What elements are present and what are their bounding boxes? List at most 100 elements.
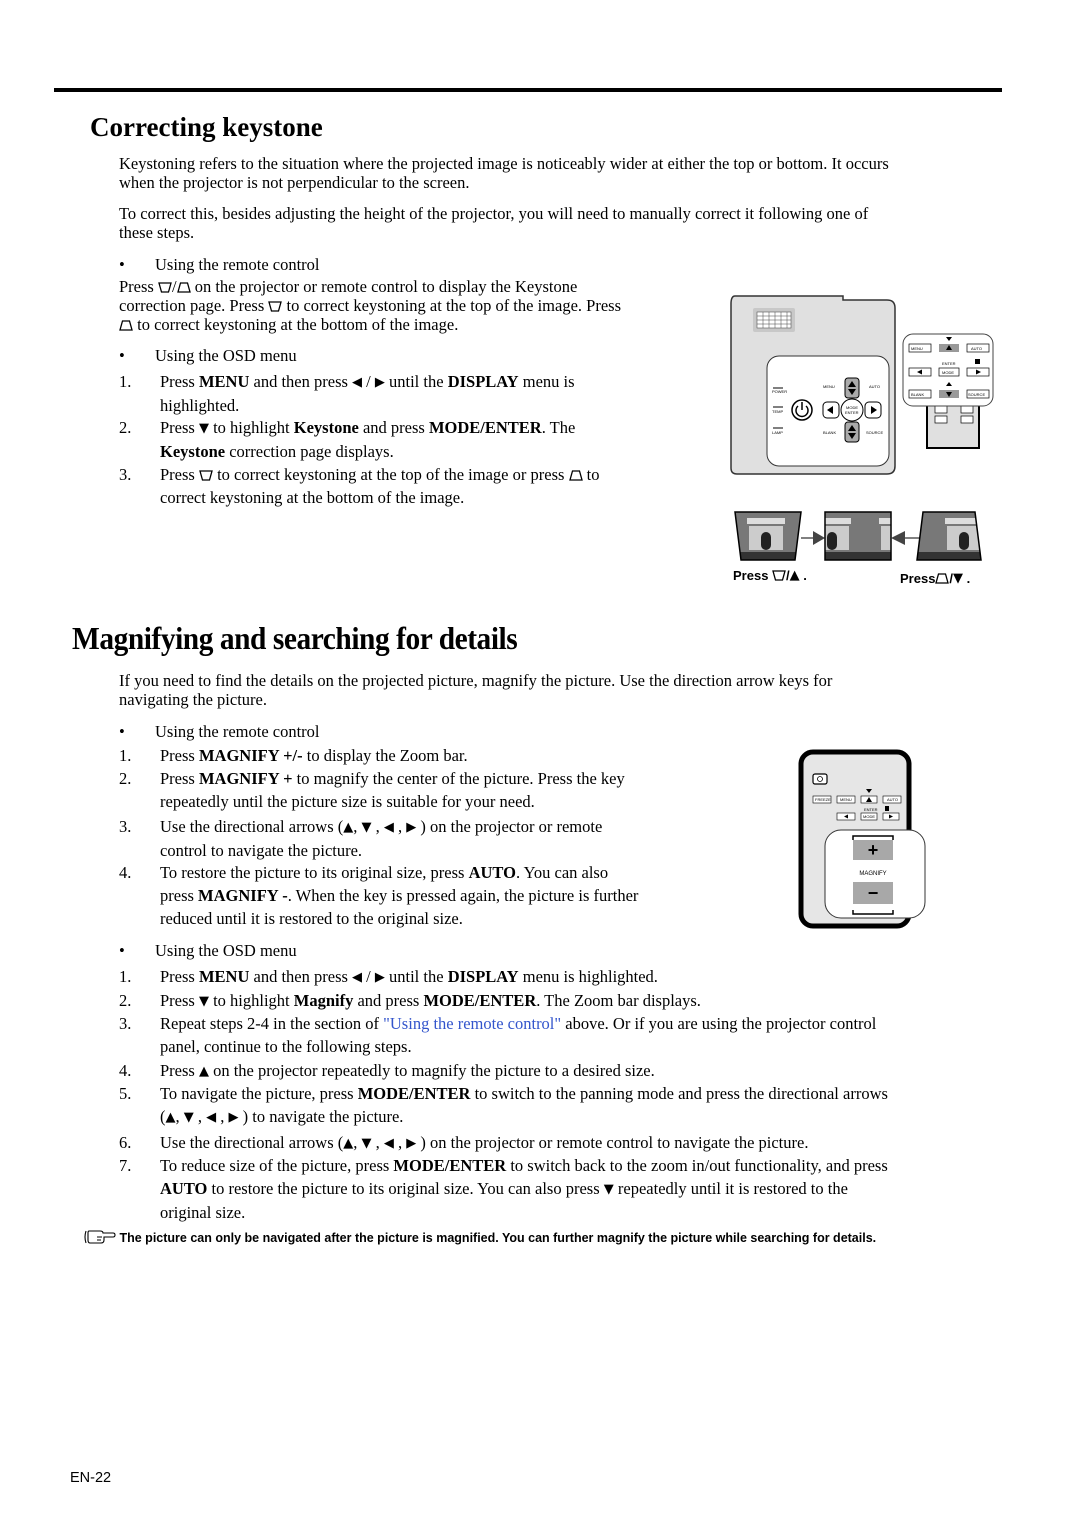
down-arrow-icon: ▼ [953,571,964,586]
up-arrow-icon: ▲ [343,1136,354,1151]
keystone-image-bottom-wide [916,511,982,561]
arrow-right-icon [801,531,825,545]
text-line: when the projector is not perpendicular … [119,173,470,192]
section-title-magnifying: Magnifying and searching for details [72,620,518,656]
step-number: 6. [119,1133,132,1152]
keystone-intro-paragraph: Keystoning refers to the situation where… [119,154,889,192]
step-number: 3. [119,817,132,836]
step-text: To reduce size of the picture, press MOD… [160,1156,888,1222]
remote-label-source: SOURCE [968,392,985,397]
keystone-top-icon [199,470,213,481]
remote-label-blank: BLANK [911,392,924,397]
bullet-icon: • [119,941,125,960]
keystone-correction-illustration [734,511,982,561]
bullet-text: Using the remote control [155,722,320,741]
keystone-top-icon [268,301,282,312]
panel-label-power: POWER [772,389,787,394]
note-text: The picture can only be navigated after … [119,1231,877,1245]
step-number: 2. [119,418,132,437]
arrow-left-icon [891,531,919,545]
step-text: Press ▲ on the projector repeatedly to m… [160,1059,655,1083]
left-arrow-icon: ◀ [352,970,363,985]
left-arrow-icon: ◀ [383,1136,394,1151]
right-arrow-icon: ▶ [406,820,417,835]
control-panel: POWER TEMP LAMP MENU AUTO MODE ENTER BLA… [766,355,890,467]
step-number: 1. [119,967,132,986]
bullet-text: Using the remote control [155,255,320,274]
panel-label-menu: MENU [823,384,835,389]
step-text: Press MAGNIFY +/- to display the Zoom ba… [160,746,468,765]
section-title-correcting-keystone: Correcting keystone [90,112,323,142]
remote-label-enter: ENTER [942,361,956,366]
down-arrow-icon: ▼ [361,820,372,835]
text-line: To correct this, besides adjusting the h… [119,204,869,223]
text-line: Keystoning refers to the situation where… [119,154,889,173]
header-rule [54,88,1002,92]
lock-icon [885,806,889,811]
text-line: If you need to find the details on the p… [119,671,833,690]
remote-power-button[interactable] [812,773,828,785]
keystone-bottom-icon [177,282,191,293]
step-number: 2. [119,991,132,1010]
magnify-label: MAGNIFY [859,871,886,877]
remote-label-auto: AUTO [971,346,982,351]
caption-press-top: Press /▲ . [733,568,807,583]
bullet-icon: • [119,255,125,274]
keystone-image-corrected [824,511,892,561]
remote-control-keystone: MENU AUTO ENTER MODE BLANK SOURCE [902,333,994,449]
up-arrow-icon: ▲ [198,1064,209,1079]
bullet-text: Using the OSD menu [155,941,297,960]
text: to correct keystoning at the bottom of t… [137,315,459,334]
remote-magnify-figure: FREEZE MENU AUTO ENTER MODE + MAGNIFY − [798,749,926,929]
right-arrow-icon: ▶ [406,1136,417,1151]
panel-label-enter: ENTER [845,410,859,415]
remote-label-mode: MODE [863,814,875,819]
remote-label-mode: MODE [942,370,954,375]
lock-icon [975,359,980,364]
down-arrow-icon: ▼ [183,1110,194,1125]
down-arrow-icon: ▼ [361,1136,372,1151]
step-text: Repeat steps 2-4 in the section of "Usin… [160,1014,877,1056]
step-text: To restore the picture to its original s… [160,863,639,928]
step-number: 7. [119,1156,132,1175]
bullet-text: Using the OSD menu [155,346,297,365]
magnify-intro-paragraph: If you need to find the details on the p… [119,671,832,709]
step-text: Use the directional arrows (▲, ▼ , ◀ , ▶… [160,1131,808,1155]
up-arrow-icon: ▲ [343,820,354,835]
plus-icon: + [868,840,879,860]
pointing-hand-icon [84,1230,116,1244]
down-arrow-icon: ▼ [198,994,209,1009]
remote-label-freeze: FREEZE [815,797,831,802]
text-line: these steps. [119,223,195,242]
keystone-bottom-icon [935,573,949,584]
step-text: Press to correct keystoning at the top o… [160,465,600,507]
note: The picture can only be navigated after … [82,1228,876,1246]
step-text: Press ▼ to highlight Magnify and press M… [160,989,701,1013]
keystone-bottom-icon [119,320,133,331]
remote-label-menu: MENU [840,797,852,802]
page-number: EN-22 [70,1470,112,1486]
panel-label-blank: BLANK [823,430,836,435]
left-arrow-icon: ◀ [206,1110,217,1125]
step-number: 5. [119,1084,132,1103]
step-number: 1. [119,372,132,391]
up-arrow-icon: ▲ [165,1110,176,1125]
step-number: 3. [119,465,132,484]
up-arrow-icon: ▲ [789,568,800,583]
panel-label-auto: AUTO [869,384,880,389]
text: to correct keystoning at the top of the … [286,296,622,315]
step-text: Press MENU and then press ◀ / ▶ until th… [160,965,658,989]
step-number: 2. [119,769,132,788]
right-arrow-icon: ▶ [374,375,385,390]
step-text: Press ▼ to highlight Keystone and press … [160,418,576,461]
step-number: 4. [119,1061,132,1080]
step-number: 1. [119,746,132,765]
using-remote-control-link[interactable]: "Using the remote control" [383,1014,561,1033]
step-text: Press MAGNIFY + to magnify the center of… [160,769,625,811]
remote-label-menu: MENU [911,346,923,351]
step-number: 4. [119,863,132,882]
caption-press-bottom: Press/▼ . [900,571,971,586]
caption-text: Press [900,571,936,586]
text-line: navigating the picture. [119,690,267,709]
remote-label-auto: AUTO [887,797,898,802]
